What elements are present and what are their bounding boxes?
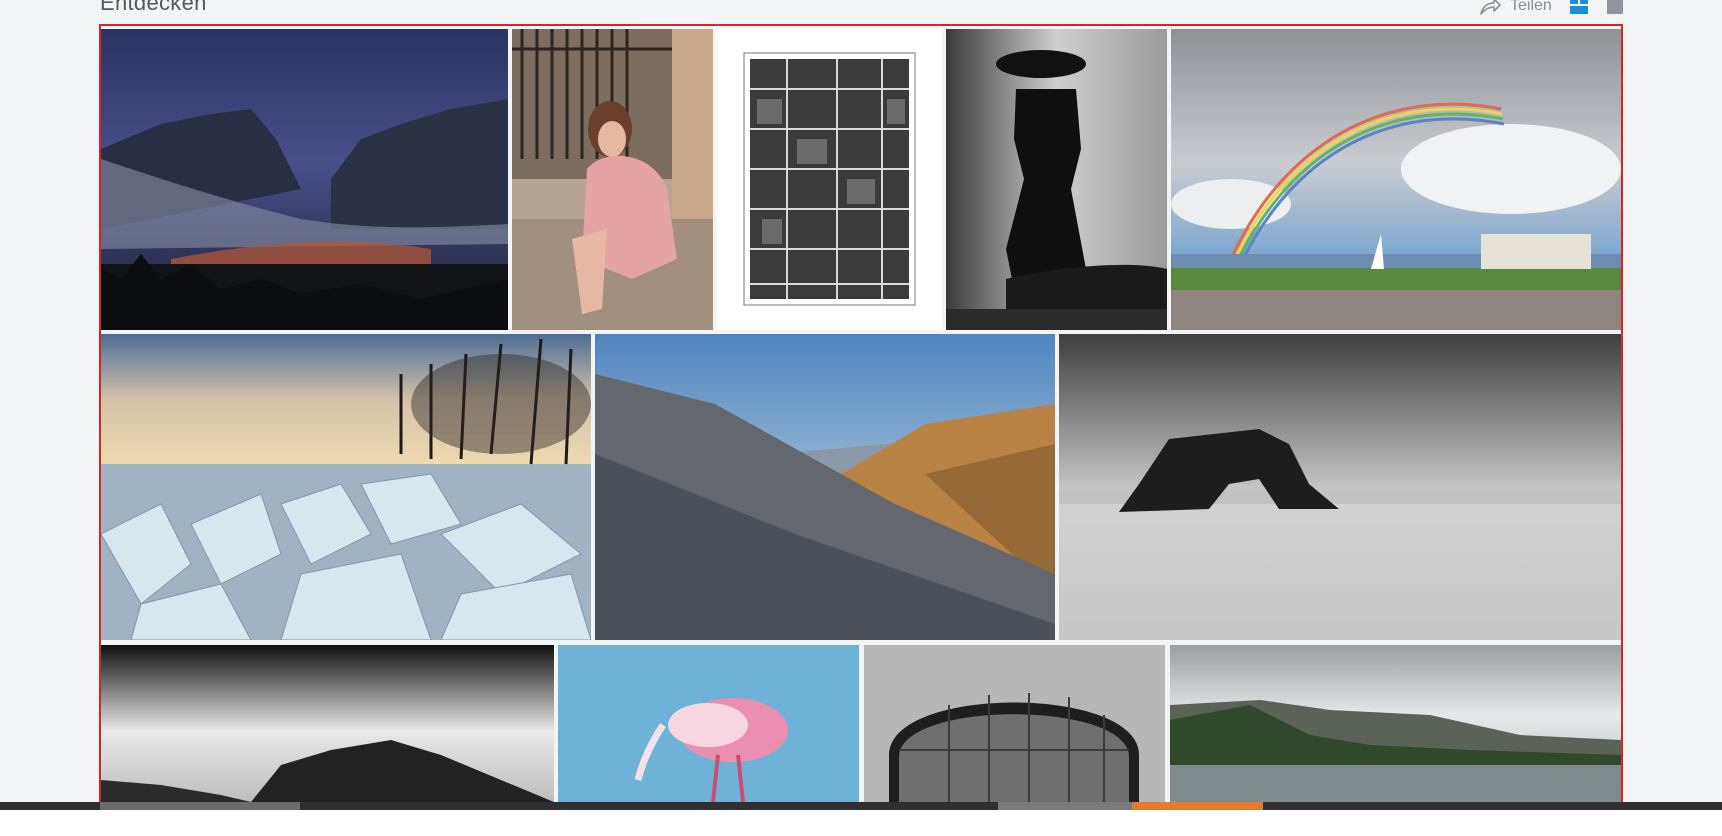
photo-tile[interactable] (595, 334, 1055, 640)
grid-view-icon[interactable] (1570, 0, 1588, 14)
photo-tile[interactable] (558, 645, 859, 802)
photo-concrete-arch (864, 645, 1165, 802)
single-view-icon[interactable] (1607, 0, 1623, 14)
photo-spoonbill (558, 645, 859, 802)
photo-rainbow-promenade (1171, 29, 1621, 330)
photo-island-silhouette (101, 645, 554, 802)
gallery-header: Entdecken Teilen (0, 0, 1722, 26)
photo-tile[interactable] (101, 334, 591, 640)
photo-tile[interactable] (946, 29, 1167, 330)
photo-scaffolding-print (717, 29, 942, 330)
page-footer-area (0, 810, 1722, 836)
photo-yosemite-dusk (101, 29, 508, 330)
scroll-segment (100, 802, 300, 810)
horizontal-scrollbar[interactable] (0, 802, 1722, 810)
photo-tile[interactable] (512, 29, 713, 330)
photo-ice-shards (101, 334, 591, 640)
photo-tile[interactable] (1170, 645, 1621, 802)
photo-tile[interactable] (101, 29, 508, 330)
photo-tile[interactable] (1171, 29, 1621, 330)
photo-tile[interactable] (864, 645, 1165, 802)
share-label: Teilen (1510, 0, 1552, 14)
photo-tile[interactable] (717, 29, 942, 330)
photo-forest-lake (1170, 645, 1621, 802)
share-arrow-icon (1478, 0, 1502, 16)
photo-woman-pink-dress (512, 29, 713, 330)
scroll-thumb[interactable] (1132, 802, 1263, 810)
photo-black-dress (946, 29, 1167, 330)
photo-tile[interactable] (101, 645, 554, 802)
photo-tile[interactable] (1059, 334, 1621, 640)
photo-mountain-slope (595, 334, 1055, 640)
share-button[interactable]: Teilen (1478, 0, 1552, 18)
photo-rock-arch (1059, 334, 1621, 640)
scroll-segment (998, 802, 1132, 810)
page-title: Entdecken (100, 0, 207, 15)
